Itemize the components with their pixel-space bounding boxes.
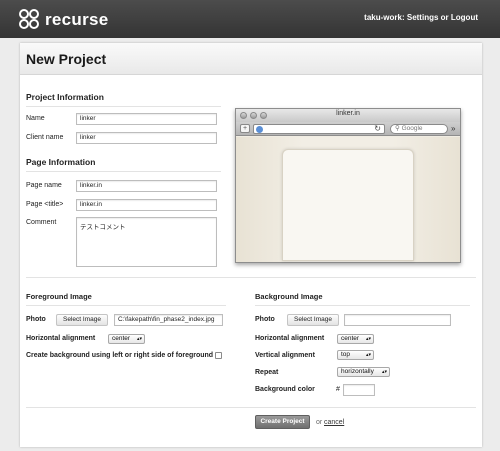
reload-icon: ↻ xyxy=(374,124,381,133)
name-input[interactable]: linker xyxy=(76,113,217,125)
username: taku-work: xyxy=(364,13,405,22)
bg-file-path-input[interactable] xyxy=(344,314,451,326)
preview-window-title: linker.in xyxy=(336,110,360,117)
client-name-input[interactable]: linker xyxy=(76,132,217,144)
foreground-heading: Foreground Image xyxy=(26,292,92,301)
fg-background-checkbox[interactable] xyxy=(215,352,222,359)
divider xyxy=(26,407,476,408)
stepper-arrows-icon: ▴▾ xyxy=(365,352,371,358)
divider xyxy=(26,277,476,278)
user-menu-or: or xyxy=(440,13,449,22)
fg-checkbox-label: Create background using left or right si… xyxy=(26,352,214,359)
add-bookmark-icon: + xyxy=(240,124,250,133)
bg-color-label: Background color xyxy=(255,386,315,393)
fg-halign-select[interactable]: center ▴▾ xyxy=(108,334,145,344)
logout-link[interactable]: Logout xyxy=(451,13,478,22)
divider xyxy=(26,305,226,306)
bg-photo-label: Photo xyxy=(255,316,275,323)
page-title: New Project xyxy=(26,51,107,67)
globe-icon xyxy=(256,126,263,133)
fg-file-path-input[interactable]: C:\fakepath\fin_phase2_index.jpg xyxy=(114,314,223,326)
page-name-input[interactable]: linker.in xyxy=(76,180,217,192)
bg-repeat-value: horizontally xyxy=(341,368,374,375)
main-panel: New Project Project Information Name lin… xyxy=(20,43,482,447)
brand-logo[interactable]: recurse xyxy=(19,9,109,30)
background-heading: Background Image xyxy=(255,292,323,301)
client-name-label: Client name xyxy=(26,134,64,141)
fg-halign-value: center xyxy=(112,335,131,342)
comment-textarea[interactable]: テストコメント xyxy=(76,217,217,267)
bg-valign-label: Vertical alignment xyxy=(255,352,315,359)
stepper-arrows-icon: ▴▾ xyxy=(381,369,387,375)
bg-repeat-select[interactable]: horizontally ▴▾ xyxy=(337,367,390,377)
page-title-input[interactable]: linker.in xyxy=(76,199,217,211)
fg-halign-label: Horizontal alignment xyxy=(26,335,96,342)
preview-search-placeholder: Google xyxy=(401,125,423,132)
bg-valign-select[interactable]: top ▴▾ xyxy=(337,350,374,360)
bg-select-image-button[interactable]: Select Image xyxy=(287,314,339,326)
bg-color-hash: # xyxy=(336,386,340,393)
bg-halign-select[interactable]: center ▴▾ xyxy=(337,334,374,344)
name-label: Name xyxy=(26,115,45,122)
more-icon: » xyxy=(451,124,456,133)
create-project-button[interactable]: Create Project xyxy=(255,415,310,429)
page-preview: linker.in + ↻ ⚲ Google » xyxy=(235,108,461,263)
top-bar: recurse taku-work: Settings or Logout xyxy=(0,0,500,38)
fg-select-image-button[interactable]: Select Image xyxy=(56,314,108,326)
page-info-heading: Page Information xyxy=(26,157,96,167)
preview-titlebar: linker.in xyxy=(236,109,460,122)
project-info-heading: Project Information xyxy=(26,92,104,102)
preview-page xyxy=(282,149,414,261)
bg-halign-label: Horizontal alignment xyxy=(255,335,325,342)
stepper-arrows-icon: ▴▾ xyxy=(365,336,371,342)
cancel-link[interactable]: cancel xyxy=(324,419,344,426)
bg-halign-value: center xyxy=(341,335,360,342)
brand-name: recurse xyxy=(45,9,109,29)
page-name-label: Page name xyxy=(26,182,62,189)
stepper-arrows-icon: ▴▾ xyxy=(136,336,142,342)
preview-toolbar: + ↻ ⚲ Google » xyxy=(236,122,460,136)
fg-photo-label: Photo xyxy=(26,316,46,323)
actions-or: or xyxy=(316,419,323,426)
preview-address-bar: ↻ xyxy=(253,124,385,134)
bg-color-input[interactable] xyxy=(343,384,375,396)
divider xyxy=(26,171,221,172)
panel-header: New Project xyxy=(20,43,482,75)
divider xyxy=(26,106,221,107)
user-menu: taku-work: Settings or Logout xyxy=(364,13,478,22)
preview-viewport xyxy=(236,137,460,262)
page-title-label: Page <title> xyxy=(26,201,64,208)
recurse-logo-icon xyxy=(19,9,40,30)
bg-valign-value: top xyxy=(341,351,351,358)
bg-repeat-label: Repeat xyxy=(255,369,279,376)
settings-link[interactable]: Settings xyxy=(407,13,439,22)
divider xyxy=(255,305,470,306)
preview-search-box: ⚲ Google xyxy=(390,124,448,134)
comment-label: Comment xyxy=(26,219,57,226)
